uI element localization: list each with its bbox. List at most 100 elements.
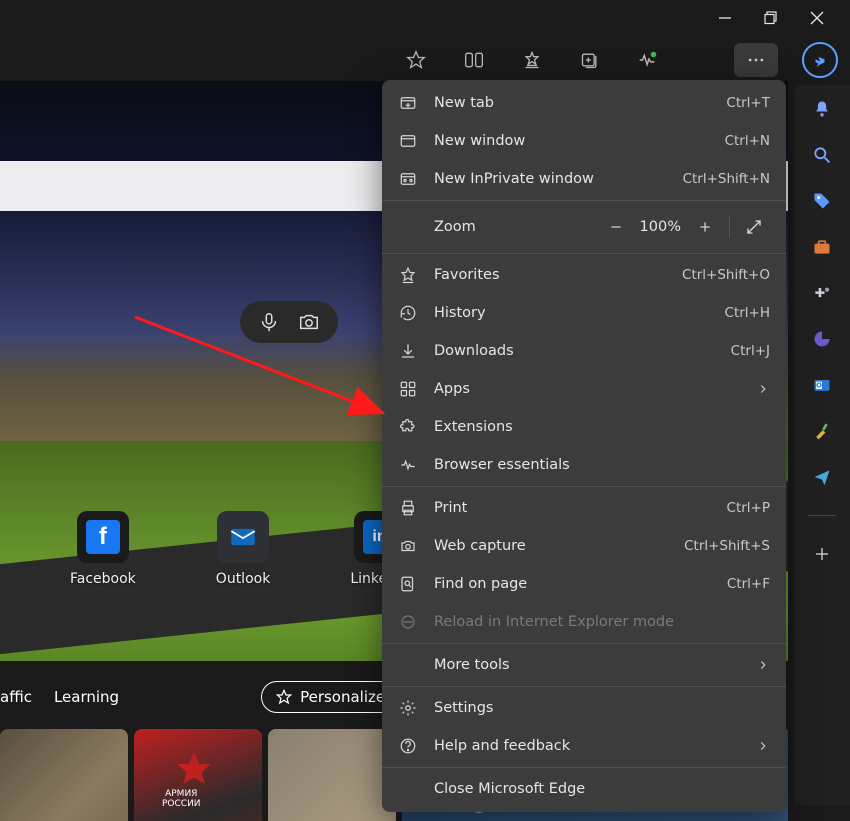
tile-outlook[interactable]: Outlook [216, 511, 271, 587]
bing-chat-icon[interactable] [802, 42, 838, 78]
chevron-right-icon [756, 658, 770, 672]
zoom-out-button[interactable] [600, 211, 632, 243]
svg-text:O: O [816, 382, 822, 390]
menu-help[interactable]: Help and feedback [382, 727, 786, 765]
news-card[interactable]: АРМИЯРОССИИ [134, 729, 262, 821]
menu-new-window[interactable]: New window Ctrl+N [382, 122, 786, 160]
browser-toolbar [396, 40, 838, 80]
menu-new-inprivate[interactable]: New InPrivate window Ctrl+Shift+N [382, 160, 786, 198]
menu-apps[interactable]: Apps [382, 370, 786, 408]
menu-label: Web capture [434, 538, 684, 554]
menu-label: New window [434, 133, 725, 149]
menu-label: Find on page [434, 576, 727, 592]
nav-learning[interactable]: Learning [54, 688, 119, 706]
download-icon [398, 341, 418, 361]
menu-label: Favorites [434, 267, 682, 283]
menu-label: Reload in Internet Explorer mode [434, 614, 770, 630]
tile-label: Outlook [216, 571, 271, 587]
menu-shortcut: Ctrl+Shift+O [682, 267, 770, 283]
menu-label: New tab [434, 95, 726, 111]
news-card[interactable] [0, 729, 128, 821]
zoom-value: 100% [632, 219, 689, 235]
plus-icon[interactable] [810, 542, 834, 566]
menu-label: Browser essentials [434, 457, 770, 473]
find-icon [398, 574, 418, 594]
ie-icon [398, 612, 418, 632]
menu-more-tools[interactable]: More tools [382, 646, 786, 684]
menu-essentials[interactable]: Browser essentials [382, 446, 786, 484]
performance-icon[interactable] [628, 40, 668, 80]
menu-shortcut: Ctrl+F [727, 576, 770, 592]
menu-shortcut: Ctrl+H [725, 305, 770, 321]
chevron-right-icon [756, 739, 770, 753]
menu-shortcut: Ctrl+N [725, 133, 770, 149]
send-icon[interactable] [810, 465, 834, 489]
history-icon [398, 303, 418, 323]
menu-extensions[interactable]: Extensions [382, 408, 786, 446]
settings-menu-button[interactable] [734, 43, 778, 77]
mic-icon[interactable] [258, 311, 280, 333]
menu-label: New InPrivate window [434, 171, 683, 187]
favorites-icon[interactable] [512, 40, 552, 80]
menu-favorites[interactable]: Favorites Ctrl+Shift+O [382, 256, 786, 294]
tile-facebook[interactable]: f Facebook [70, 511, 136, 587]
split-screen-icon[interactable] [454, 40, 494, 80]
briefcase-icon[interactable] [810, 235, 834, 259]
menu-downloads[interactable]: Downloads Ctrl+J [382, 332, 786, 370]
menu-label: More tools [434, 657, 756, 673]
searchbar-controls [240, 301, 338, 343]
menu-history[interactable]: History Ctrl+H [382, 294, 786, 332]
personalize-button[interactable]: Personalize [261, 681, 400, 713]
extensions-icon [398, 417, 418, 437]
tile-label: Facebook [70, 571, 136, 587]
games-icon[interactable] [810, 281, 834, 305]
menu-capture[interactable]: Web capture Ctrl+Shift+S [382, 527, 786, 565]
collections-icon[interactable] [570, 40, 610, 80]
print-icon [398, 498, 418, 518]
menu-label: Print [434, 500, 727, 516]
menu-label: Extensions [434, 419, 770, 435]
favorite-star-icon[interactable] [396, 40, 436, 80]
menu-label: Settings [434, 700, 770, 716]
menu-settings[interactable]: Settings [382, 689, 786, 727]
menu-close-edge[interactable]: Close Microsoft Edge [382, 770, 786, 808]
office-icon[interactable] [810, 327, 834, 351]
restore-button[interactable] [762, 9, 780, 27]
apps-icon [398, 379, 418, 399]
essentials-icon [398, 455, 418, 475]
window-controls [716, 0, 850, 35]
minimize-button[interactable] [716, 9, 734, 27]
edge-sidebar: O [794, 85, 850, 805]
menu-shortcut: Ctrl+Shift+N [683, 171, 770, 187]
news-card[interactable] [268, 729, 396, 821]
capture-icon [398, 536, 418, 556]
fullscreen-button[interactable] [738, 211, 770, 243]
menu-reload-ie: Reload in Internet Explorer mode [382, 603, 786, 641]
menu-label: Apps [434, 381, 756, 397]
menu-find[interactable]: Find on page Ctrl+F [382, 565, 786, 603]
zoom-label: Zoom [434, 219, 600, 235]
zoom-in-button[interactable] [689, 211, 721, 243]
menu-shortcut: Ctrl+T [726, 95, 770, 111]
gear-icon [398, 698, 418, 718]
settings-menu: New tab Ctrl+T New window Ctrl+N New InP… [382, 80, 786, 812]
tools-icon[interactable] [810, 419, 834, 443]
camera-icon[interactable] [298, 311, 320, 333]
bell-icon[interactable] [810, 97, 834, 121]
outlook-icon[interactable]: O [810, 373, 834, 397]
menu-print[interactable]: Print Ctrl+P [382, 489, 786, 527]
nav-traffic[interactable]: affic [0, 688, 32, 706]
menu-new-tab[interactable]: New tab Ctrl+T [382, 84, 786, 122]
close-button[interactable] [808, 9, 826, 27]
personalize-label: Personalize [300, 688, 385, 706]
menu-label: History [434, 305, 725, 321]
menu-label: Downloads [434, 343, 731, 359]
menu-shortcut: Ctrl+P [727, 500, 770, 516]
menu-label: Close Microsoft Edge [434, 781, 770, 797]
quick-links: f Facebook Outlook in Linkedin [0, 511, 409, 587]
menu-shortcut: Ctrl+J [731, 343, 770, 359]
help-icon [398, 736, 418, 756]
shopping-tag-icon[interactable] [810, 189, 834, 213]
search-icon[interactable] [810, 143, 834, 167]
inprivate-icon [398, 169, 418, 189]
